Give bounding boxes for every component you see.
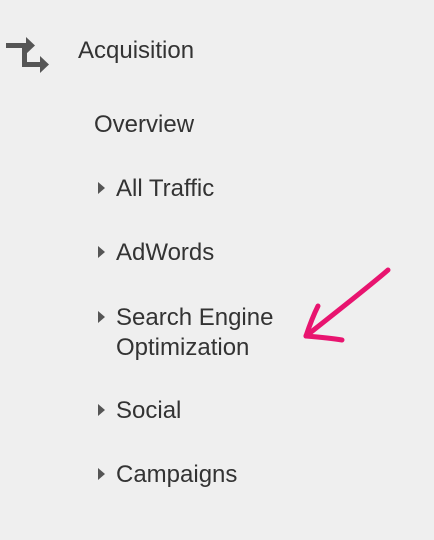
menu-item-overview[interactable]: Overview	[94, 110, 194, 140]
menu-item-all-traffic[interactable]: All Traffic	[98, 174, 214, 204]
menu-item-label: Overview	[94, 111, 195, 138]
menu-item-label: All Traffic	[116, 175, 215, 202]
menu-item-campaigns[interactable]: Campaigns	[98, 460, 237, 490]
caret-right-icon[interactable]	[98, 246, 105, 258]
caret-right-icon[interactable]	[98, 404, 105, 416]
menu-item-label-line2: Optimization	[116, 334, 250, 361]
pink-arrow-annotation	[303, 267, 391, 343]
menu-item-search-engine-optimization[interactable]: Search Engine Optimization	[98, 303, 273, 363]
swap-arrows-icon	[6, 37, 49, 73]
caret-right-icon[interactable]	[98, 182, 105, 194]
menu-item-adwords[interactable]: AdWords	[98, 238, 214, 268]
menu-item-label: Campaigns	[116, 461, 238, 488]
caret-right-icon[interactable]	[98, 468, 105, 480]
menu-item-social[interactable]: Social	[98, 396, 181, 426]
section-title: Acquisition	[78, 37, 195, 64]
menu-item-label: Social	[116, 397, 182, 424]
acquisition-section-header[interactable]: Acquisition	[0, 28, 260, 74]
caret-right-icon[interactable]	[98, 311, 105, 323]
menu-item-label: AdWords	[116, 239, 215, 266]
menu-item-label-line1: Search Engine	[116, 304, 274, 331]
